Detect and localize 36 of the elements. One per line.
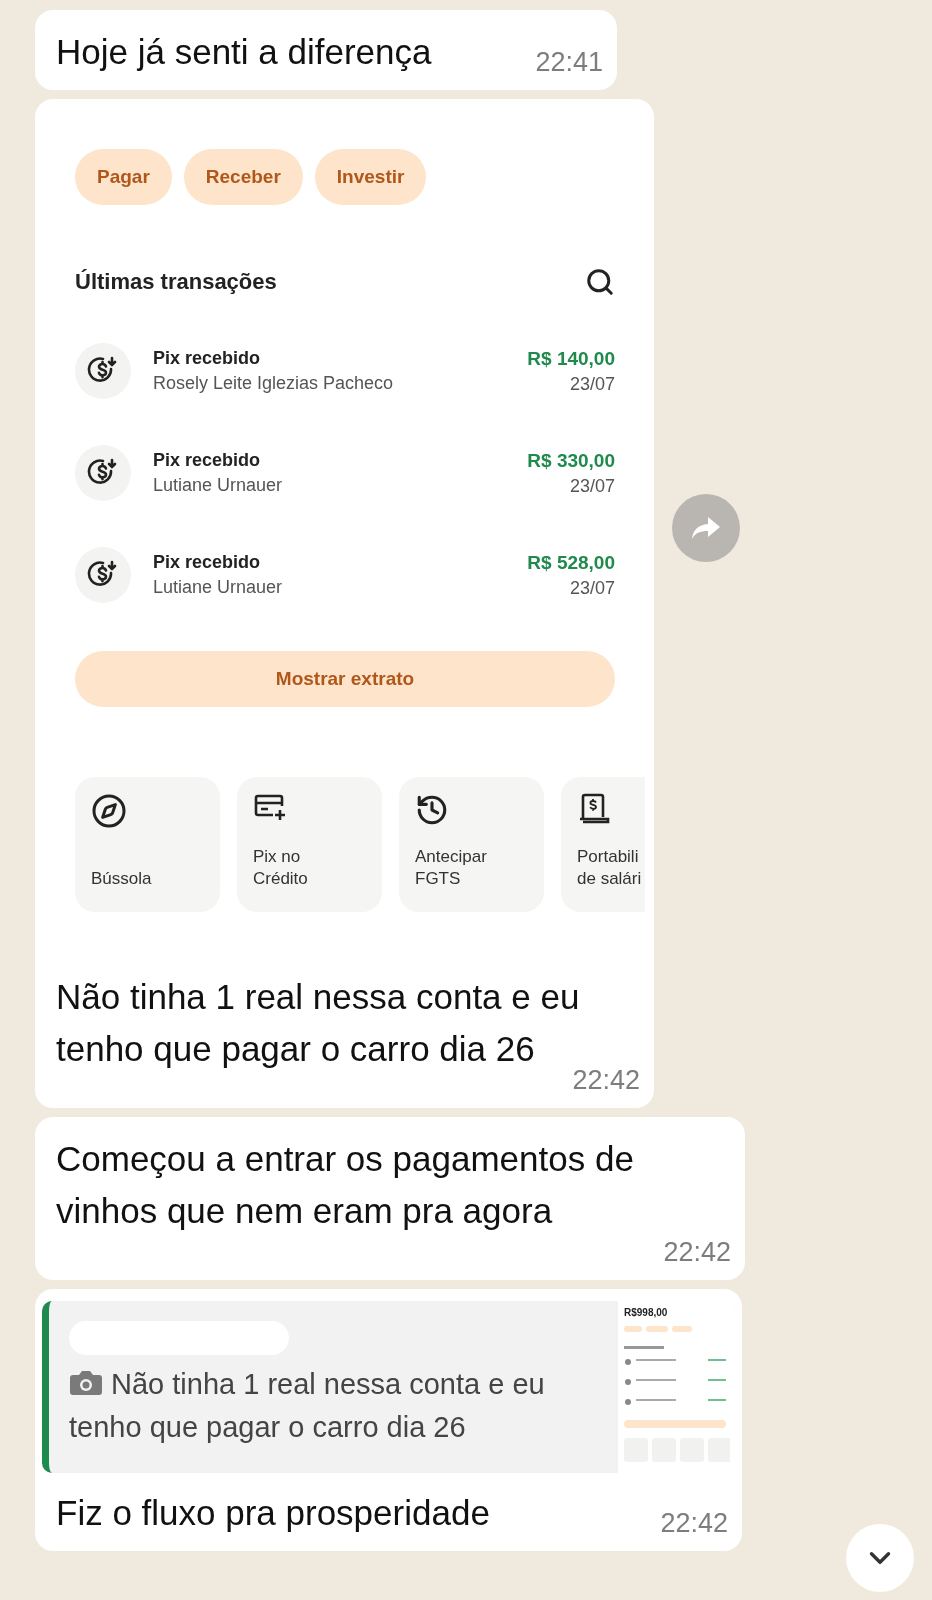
transaction-name: Lutiane Urnauer bbox=[153, 475, 284, 496]
transaction-name: Lutiane Urnauer bbox=[153, 577, 284, 598]
message-text: Começou a entrar os pagamentos de vinhos que nem eram pra agora bbox=[56, 1138, 635, 1232]
transaction-date: 23/07 bbox=[569, 373, 615, 395]
chip: Investir bbox=[314, 149, 427, 205]
transaction-amount: R$ 528,00 bbox=[527, 551, 615, 574]
section-title: Últimas transações bbox=[75, 269, 277, 295]
message-text: Hoje já senti a diferença bbox=[56, 31, 432, 73]
transaction-amount: R$ 330,00 bbox=[527, 449, 615, 472]
history-icon bbox=[415, 793, 449, 827]
shortcut-label: Portabili de salári bbox=[577, 846, 643, 890]
transaction-title: Pix recebido bbox=[153, 450, 262, 471]
shortcut-label: Bússola bbox=[91, 868, 153, 890]
chip: Pagar bbox=[75, 149, 172, 205]
message-time: 22:42 bbox=[663, 1237, 731, 1268]
message-text: Fiz o fluxo pra prosperidade bbox=[56, 1492, 490, 1534]
transaction-amount: R$ 140,00 bbox=[527, 347, 615, 370]
quoted-text: Não tinha 1 real nessa conta e eu tenho que pagar o carro dia 26 bbox=[69, 1367, 546, 1445]
statement-button[interactable]: Mostrar extrato bbox=[75, 651, 615, 707]
forward-icon bbox=[690, 515, 722, 541]
message-time: 22:41 bbox=[535, 47, 603, 78]
transaction-title: Pix recebido bbox=[153, 348, 262, 369]
camera-icon bbox=[69, 1369, 103, 1397]
thumbnail-amount: R$998,00 bbox=[624, 1307, 669, 1318]
compass-icon bbox=[91, 793, 127, 829]
transaction-title: Pix recebido bbox=[153, 552, 262, 573]
search-icon bbox=[585, 267, 615, 297]
transaction-name: Rosely Leite Iglezias Pacheco bbox=[153, 373, 395, 394]
transaction-date: 23/07 bbox=[569, 475, 615, 497]
card-plus-icon bbox=[253, 793, 287, 823]
receipt-dollar-icon bbox=[577, 793, 611, 825]
shortcut-label: Pix no Crédito bbox=[253, 846, 309, 890]
chip: Receber bbox=[183, 149, 303, 205]
message-time: 22:42 bbox=[660, 1508, 728, 1539]
transaction-date: 23/07 bbox=[569, 577, 615, 599]
shortcut-label: Antecipar FGTS bbox=[415, 846, 488, 890]
